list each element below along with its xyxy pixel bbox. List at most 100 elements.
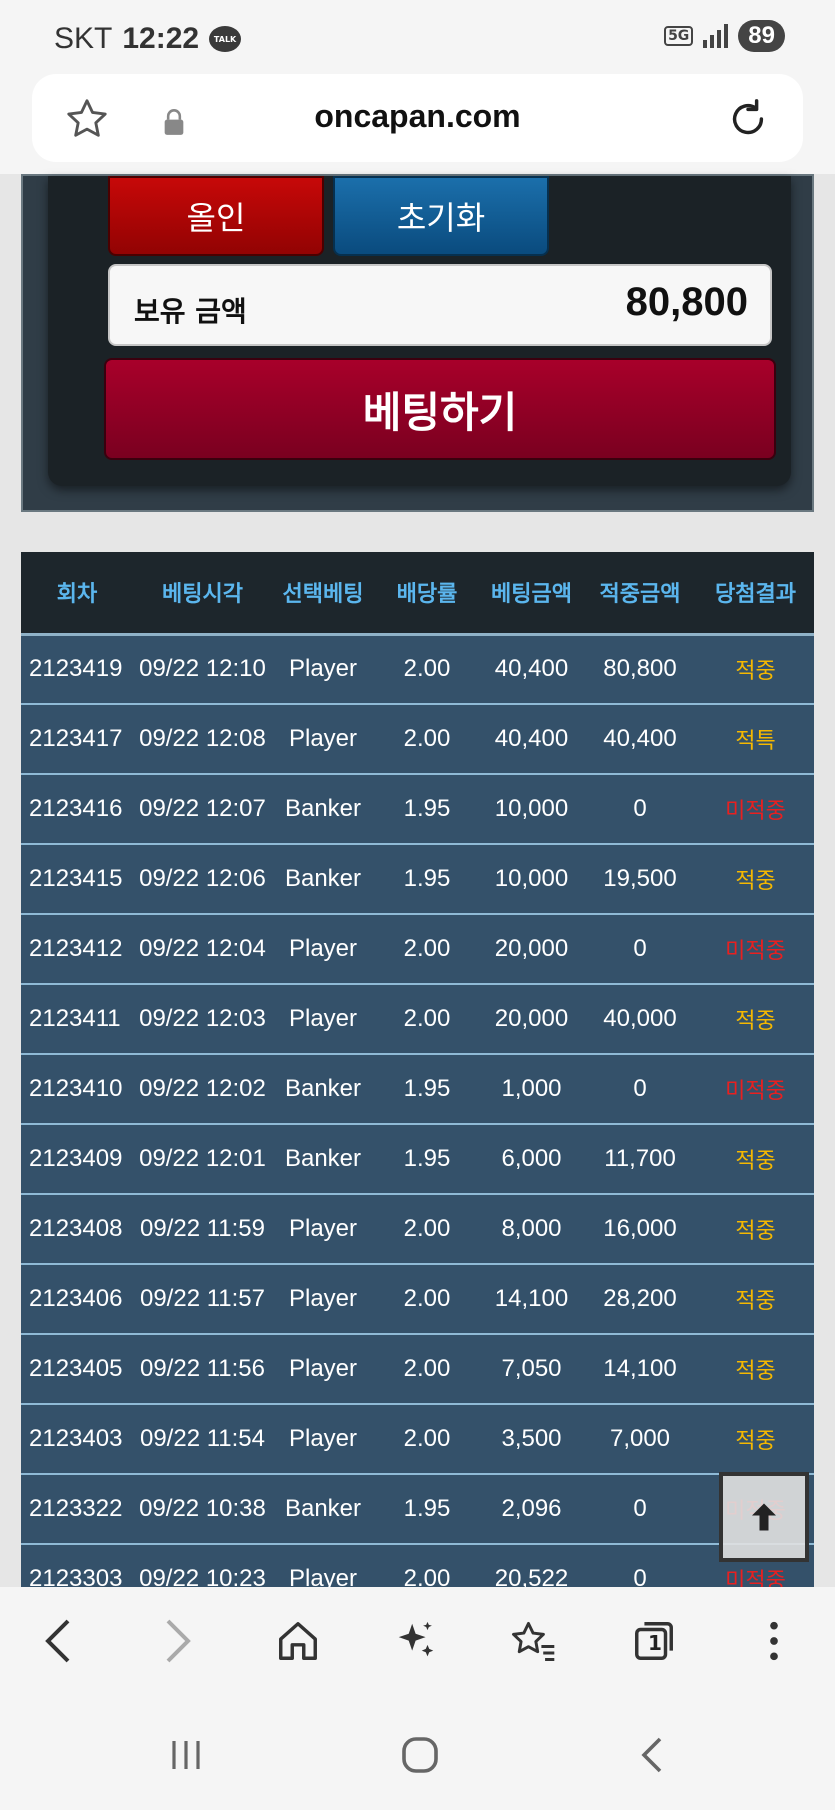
cell-odds: 2.00 [374,1544,480,1587]
cell-bet-amount: 14,100 [480,1264,583,1335]
cell-time: 09/22 12:10 [133,634,272,705]
menu-button[interactable] [742,1609,806,1673]
cell-result: 미적중 [697,914,814,985]
bookmark-star-icon [512,1621,555,1661]
cell-round: 2123406 [21,1264,133,1335]
table-row: 2123411 09/22 12:03 Player 2.00 20,000 40,000… [21,984,814,1055]
table-row: 2123419 09/22 12:10 Player 2.00 40,400 80,800… [21,634,814,705]
status-bar: SKT 12:22 TALK 5G 89 [0,0,835,70]
header-odds: 배당률 [374,552,480,636]
home-button[interactable] [266,1609,330,1673]
more-vertical-icon [770,1621,778,1661]
cell-pick: Banker [272,1054,374,1125]
cell-time: 09/22 12:07 [133,774,272,845]
cell-result: 적중 [697,984,814,1055]
cell-pick: Player [272,914,374,985]
bookmarks-button[interactable] [502,1609,566,1673]
back-arrow-icon [641,1737,662,1773]
reload-icon[interactable] [725,96,771,142]
cell-time: 09/22 10:23 [133,1544,272,1587]
cell-odds: 1.95 [374,774,480,845]
cell-payout: 11,700 [583,1124,697,1195]
cell-odds: 2.00 [374,1264,480,1335]
table-row: 2123303 09/22 10:23 Player 2.00 20,522 0 미적중 [21,1544,814,1587]
status-left: SKT 12:22 TALK [54,22,242,56]
table-row: 2123408 09/22 11:59 Player 2.00 8,000 16,000 적… [21,1194,814,1265]
cell-result: 적중 [697,1264,814,1335]
browser-bottom-nav: 1 [0,1587,835,1700]
cell-payout: 0 [583,1474,697,1545]
header-round: 회차 [21,552,133,636]
cell-odds: 2.00 [374,914,480,985]
cell-odds: 2.00 [374,984,480,1055]
cell-bet-amount: 10,000 [480,774,583,845]
cell-bet-amount: 20,522 [480,1544,583,1587]
header-result: 당첨결과 [697,552,814,636]
table-header-row: 회차 베팅시각 선택베팅 배당률 베팅금액 적중금액 당첨결과 [21,552,814,636]
scroll-top-button[interactable] [719,1472,809,1562]
table-row: 2123417 09/22 12:08 Player 2.00 40,400 40,400… [21,704,814,775]
allin-button[interactable]: 올인 [108,176,324,256]
cell-odds: 2.00 [374,1404,480,1475]
cell-pick: Player [272,1404,374,1475]
cell-payout: 0 [583,1054,697,1125]
header-pick: 선택베팅 [272,552,374,636]
browser-toolbar: oncapan.com [0,70,835,174]
cell-time: 09/22 12:06 [133,844,272,915]
bet-panel: 올인 초기화 보유 금액 80,800 베팅하기 [21,174,814,512]
cell-payout: 80,800 [583,634,697,705]
table-row: 2123410 09/22 12:02 Banker 1.95 1,000 0 미적중 [21,1054,814,1125]
cell-odds: 2.00 [374,1334,480,1405]
cell-pick: Player [272,1544,374,1587]
cell-round: 2123408 [21,1194,133,1265]
cell-odds: 1.95 [374,1054,480,1125]
cell-pick: Player [272,634,374,705]
cell-result: 적중 [697,1404,814,1475]
cell-pick: Banker [272,1474,374,1545]
cell-odds: 1.95 [374,1124,480,1195]
cell-result: 적중 [697,634,814,705]
signal-icon [703,24,729,48]
cell-payout: 40,000 [583,984,697,1055]
cell-pick: Banker [272,774,374,845]
ai-button[interactable] [384,1609,448,1673]
back-button[interactable] [26,1609,90,1673]
tabs-button[interactable]: 1 [622,1609,686,1673]
place-bet-button[interactable]: 베팅하기 [104,358,776,460]
cell-time: 09/22 11:57 [133,1264,272,1335]
system-home-button[interactable] [388,1730,452,1780]
cell-time: 09/22 11:56 [133,1334,272,1405]
header-payout: 적중금액 [583,552,697,636]
system-back-button[interactable] [620,1730,684,1780]
recents-button[interactable] [154,1730,218,1780]
table-row: 2123403 09/22 11:54 Player 2.00 3,500 7,000 적중 [21,1404,814,1475]
cell-payout: 16,000 [583,1194,697,1265]
cell-odds: 1.95 [374,1474,480,1545]
cell-payout: 28,200 [583,1264,697,1335]
forward-button[interactable] [146,1609,210,1673]
circle-home-icon [402,1737,438,1773]
cell-round: 2123322 [21,1474,133,1545]
cell-round: 2123403 [21,1404,133,1475]
status-time: 12:22 [122,22,200,55]
cell-result: 적중 [697,1194,814,1265]
bet-history-table: 회차 베팅시각 선택베팅 배당률 베팅금액 적중금액 당첨결과 2123419 0… [21,552,814,1587]
cell-bet-amount: 2,096 [480,1474,583,1545]
cell-round: 2123416 [21,774,133,845]
cell-round: 2123411 [21,984,133,1055]
history-table: 회차 베팅시각 선택베팅 배당률 베팅금액 적중금액 당첨결과 2123419 0… [21,552,814,1587]
tab-count: 1 [648,1631,662,1655]
cell-time: 09/22 11:54 [133,1404,272,1475]
address-bar[interactable]: oncapan.com [32,74,803,162]
battery-icon: 89 [738,20,785,52]
cell-bet-amount: 6,000 [480,1124,583,1195]
sparkle-icon [398,1621,434,1657]
table-row: 2123409 09/22 12:01 Banker 1.95 6,000 11,700 적… [21,1124,814,1195]
cell-round: 2123303 [21,1544,133,1587]
url-text[interactable]: oncapan.com [32,98,803,135]
cell-bet-amount: 8,000 [480,1194,583,1265]
cell-bet-amount: 40,400 [480,704,583,775]
cell-payout: 7,000 [583,1404,697,1475]
reset-button[interactable]: 초기화 [333,176,549,256]
table-row: 2123412 09/22 12:04 Player 2.00 20,000 0 미적중 [21,914,814,985]
